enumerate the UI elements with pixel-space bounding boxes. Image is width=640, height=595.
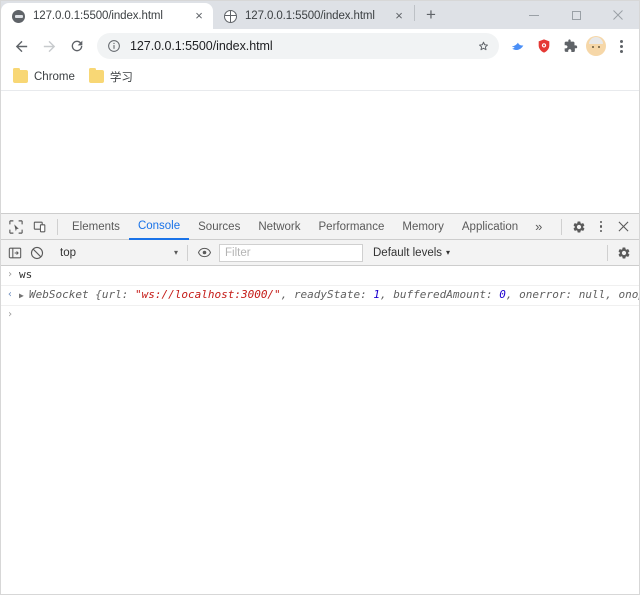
avatar[interactable]: [583, 32, 609, 60]
execution-context-value: top: [60, 246, 76, 259]
devtools-toolbar-right: [556, 215, 639, 239]
more-options-icon[interactable]: [591, 215, 611, 239]
gear-icon[interactable]: [567, 215, 591, 239]
chrome-menu-icon[interactable]: [609, 32, 633, 60]
console-filter-input[interactable]: [219, 243, 363, 262]
puzzle-extensions-icon[interactable]: [557, 32, 583, 60]
forward-arrow-icon: [35, 32, 63, 60]
toolbar-divider: [561, 218, 562, 235]
blue-bird-extension-icon[interactable]: [505, 32, 531, 60]
browser-tab-active[interactable]: 127.0.0.1:5500/index.html ×: [1, 3, 213, 29]
console-output[interactable]: › ws ‹ ▶ WebSocket {url: "ws://localhost:…: [1, 266, 639, 594]
bookmark-item-xuexi[interactable]: 学习: [85, 66, 141, 88]
log-levels-label: Default levels: [373, 246, 443, 259]
toolbar-divider: [607, 244, 608, 261]
console-prompt-icon: ›: [6, 309, 14, 320]
red-shield-extension-icon[interactable]: [531, 32, 557, 60]
tab-divider: [414, 5, 415, 21]
inspect-element-icon[interactable]: [4, 215, 28, 239]
browser-window: 127.0.0.1:5500/index.html × 127.0.0.1:55…: [0, 0, 640, 595]
console-prompt-icon: ›: [6, 269, 14, 280]
folder-icon: [13, 67, 28, 83]
prop-value-onerror: null: [578, 288, 606, 301]
devtools-panel: Elements Console Sources Network Perform…: [1, 213, 639, 594]
tab-application[interactable]: Application: [453, 214, 527, 239]
sep: ,: [280, 288, 294, 301]
toolbar-divider: [187, 244, 188, 261]
chevron-down-icon: ▾: [173, 248, 178, 257]
bookmark-label: Chrome: [34, 70, 75, 83]
address-bar-url: 127.0.0.1:5500/index.html: [130, 39, 273, 53]
tab-close-icon[interactable]: ×: [191, 8, 207, 24]
tab-title: 127.0.0.1:5500/index.html: [245, 10, 375, 22]
browser-toolbar: 127.0.0.1:5500/index.html: [1, 29, 639, 63]
bookmark-label: 学习: [109, 71, 133, 84]
bookmark-star-icon[interactable]: [471, 34, 495, 58]
close-button[interactable]: [597, 1, 639, 29]
address-bar[interactable]: 127.0.0.1:5500/index.html: [97, 33, 499, 59]
sep: ,: [380, 288, 394, 301]
bookmark-item-chrome[interactable]: Chrome: [9, 66, 83, 88]
colon: :: [121, 288, 135, 301]
maximize-button[interactable]: [555, 1, 597, 29]
log-levels-select[interactable]: Default levels ▾: [373, 247, 450, 259]
folder-icon: [88, 67, 104, 83]
tab-strip: 127.0.0.1:5500/index.html × 127.0.0.1:55…: [1, 1, 639, 29]
console-input-text: ws: [19, 268, 33, 281]
devtools-tab-bar: Elements Console Sources Network Perform…: [1, 214, 639, 240]
brace-open: {: [95, 288, 102, 301]
console-object-preview[interactable]: ▶ WebSocket {url: "ws://localhost:3000/",…: [19, 287, 639, 303]
new-tab-button[interactable]: +: [418, 2, 444, 28]
object-constructor-name: WebSocket: [29, 288, 89, 301]
prop-key-url: url: [101, 288, 122, 301]
console-input-row: › ws: [1, 266, 639, 286]
dark-circle-icon: [11, 9, 26, 24]
tab-sources[interactable]: Sources: [189, 214, 249, 239]
back-arrow-icon[interactable]: [7, 32, 35, 60]
info-circle-icon[interactable]: [107, 39, 122, 54]
reload-icon[interactable]: [63, 32, 91, 60]
prop-key-onerror: onerror: [519, 288, 566, 301]
window-controls: [513, 1, 639, 29]
chevron-down-icon: ▾: [446, 248, 451, 257]
close-devtools-icon[interactable]: [611, 215, 635, 239]
expand-triangle-icon[interactable]: ▶: [19, 288, 29, 303]
prop-key-onopen: onopen: [618, 288, 640, 301]
tab-title: 127.0.0.1:5500/index.html: [33, 10, 163, 22]
console-toolbar: top ▾ Default levels ▾: [1, 240, 639, 266]
sep: ,: [505, 288, 520, 301]
live-expression-icon[interactable]: [193, 242, 215, 264]
bookmarks-bar: Chrome 学习: [1, 63, 639, 91]
tab-elements[interactable]: Elements: [63, 214, 129, 239]
console-sidebar-icon[interactable]: [4, 242, 26, 264]
prop-key-readystate: readyState: [293, 288, 361, 301]
colon: :: [486, 288, 500, 301]
console-output-row[interactable]: ‹ ▶ WebSocket {url: "ws://localhost:3000/…: [1, 286, 639, 306]
more-tabs-icon[interactable]: »: [527, 220, 550, 233]
device-toolbar-icon[interactable]: [28, 215, 52, 239]
execution-context-select[interactable]: top ▾: [52, 243, 182, 262]
prop-key-bufferedamount: bufferedAmount: [393, 288, 487, 301]
browser-tab-inactive[interactable]: 127.0.0.1:5500/index.html ×: [213, 3, 413, 29]
sep: ,: [605, 288, 619, 301]
console-prompt-row[interactable]: ›: [1, 306, 639, 325]
toolbar-divider: [57, 218, 58, 235]
console-settings-icon[interactable]: [613, 242, 635, 264]
page-viewport[interactable]: [1, 91, 639, 213]
prop-value-url: "ws://localhost:3000/": [134, 288, 281, 301]
tab-network[interactable]: Network: [249, 214, 309, 239]
tab-memory[interactable]: Memory: [393, 214, 453, 239]
tab-performance[interactable]: Performance: [310, 214, 394, 239]
colon: :: [565, 288, 579, 301]
tab-close-icon[interactable]: ×: [391, 8, 407, 24]
clear-console-icon[interactable]: [26, 242, 48, 264]
minimize-button[interactable]: [513, 1, 555, 29]
tab-console[interactable]: Console: [128, 214, 190, 240]
console-reply-icon: ‹: [6, 289, 14, 300]
prop-value-bufferedamount: 0: [499, 288, 506, 301]
colon: :: [360, 288, 374, 301]
globe-icon: [223, 9, 238, 24]
